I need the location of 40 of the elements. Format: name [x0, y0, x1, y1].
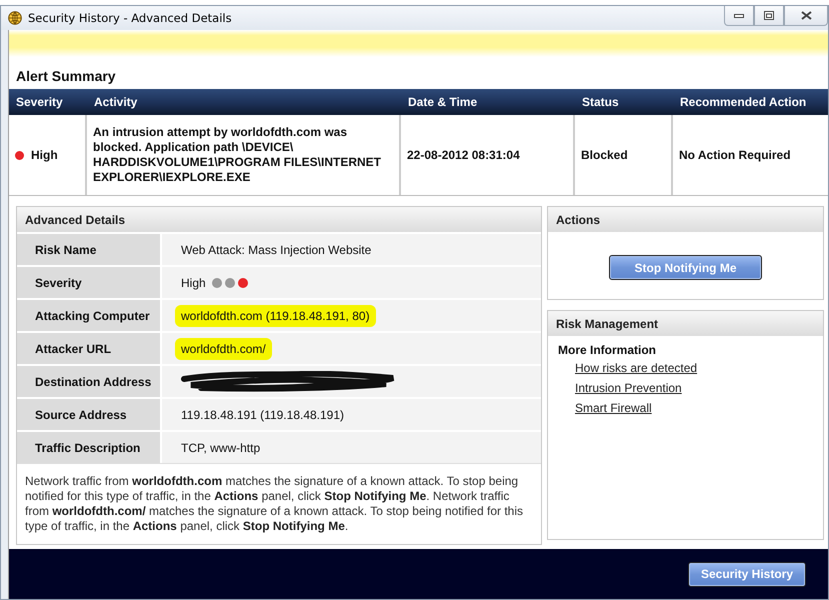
- subsection-title: More Information: [557, 342, 657, 359]
- table-cell: 22-08-2012 08:31:04: [407, 148, 520, 162]
- highlighted-value: worldofdth.com/: [175, 338, 272, 360]
- column-header: Date & Time: [407, 95, 478, 109]
- table-cell: No Action Required: [679, 148, 791, 162]
- detail-value: Web Attack: Mass Injection Website: [181, 242, 372, 256]
- column-header: Status: [581, 95, 620, 109]
- detail-label: Source Address: [17, 399, 162, 430]
- detail-label: Risk Name: [17, 234, 162, 265]
- column-header: Severity: [15, 95, 64, 109]
- detail-label: Traffic Description: [17, 432, 162, 463]
- close-button[interactable]: [784, 6, 828, 26]
- column-header: Recommended Action: [679, 95, 808, 109]
- section-title: Alert Summary: [15, 67, 117, 86]
- table-cell-text: An intrusion attempt by worldofdth.com was blocked. Application path \DEVICE\ HARDDISKVOLUME1\PROGRAM FILES\INTERNET EXPLORER\IEXPLORE.EXE: [93, 125, 382, 185]
- panel-header: Advanced Details: [17, 207, 541, 232]
- minimize-button[interactable]: [724, 6, 754, 26]
- maximize-icon: [764, 11, 774, 20]
- detail-value: High: [181, 276, 206, 290]
- detail-label: Attacker URL: [17, 333, 162, 364]
- description-text: Network traffic from worldofdth.com matches the signature of a known attack. To stop being notified for this type of traffic, in the Actions panel, click Stop Notifying Me. Network traffic from worldofdth.com/ matches the signature of a known attack. To stop being notified for this type of traffic, in the Actions panel, click Stop Notifying Me.: [17, 463, 541, 544]
- column-header: Activity: [93, 95, 138, 109]
- panel-header: Actions: [548, 207, 823, 232]
- help-link[interactable]: Smart Firewall: [575, 401, 652, 415]
- detail-value: 119.18.48.191 (119.18.48.191): [181, 408, 344, 422]
- close-icon: [800, 11, 812, 20]
- panel-header: Risk Management: [548, 311, 823, 336]
- detail-label: Attacking Computer: [17, 300, 162, 331]
- detail-label: Destination Address: [17, 366, 162, 397]
- maximize-button[interactable]: [754, 6, 784, 26]
- detail-label: Severity: [17, 267, 162, 298]
- highlighted-value: worldofdth.com (119.18.48.191, 80): [175, 304, 376, 326]
- help-link[interactable]: How risks are detected: [575, 361, 698, 375]
- minimize-icon: [734, 14, 744, 18]
- window-title: Security History - Advanced Details: [28, 11, 233, 25]
- globe-icon: [8, 11, 22, 25]
- table-cell: Blocked: [581, 148, 628, 162]
- detail-value: TCP, www-http: [181, 440, 260, 454]
- table-cell: High: [31, 148, 58, 162]
- help-link[interactable]: Intrusion Prevention: [575, 381, 682, 395]
